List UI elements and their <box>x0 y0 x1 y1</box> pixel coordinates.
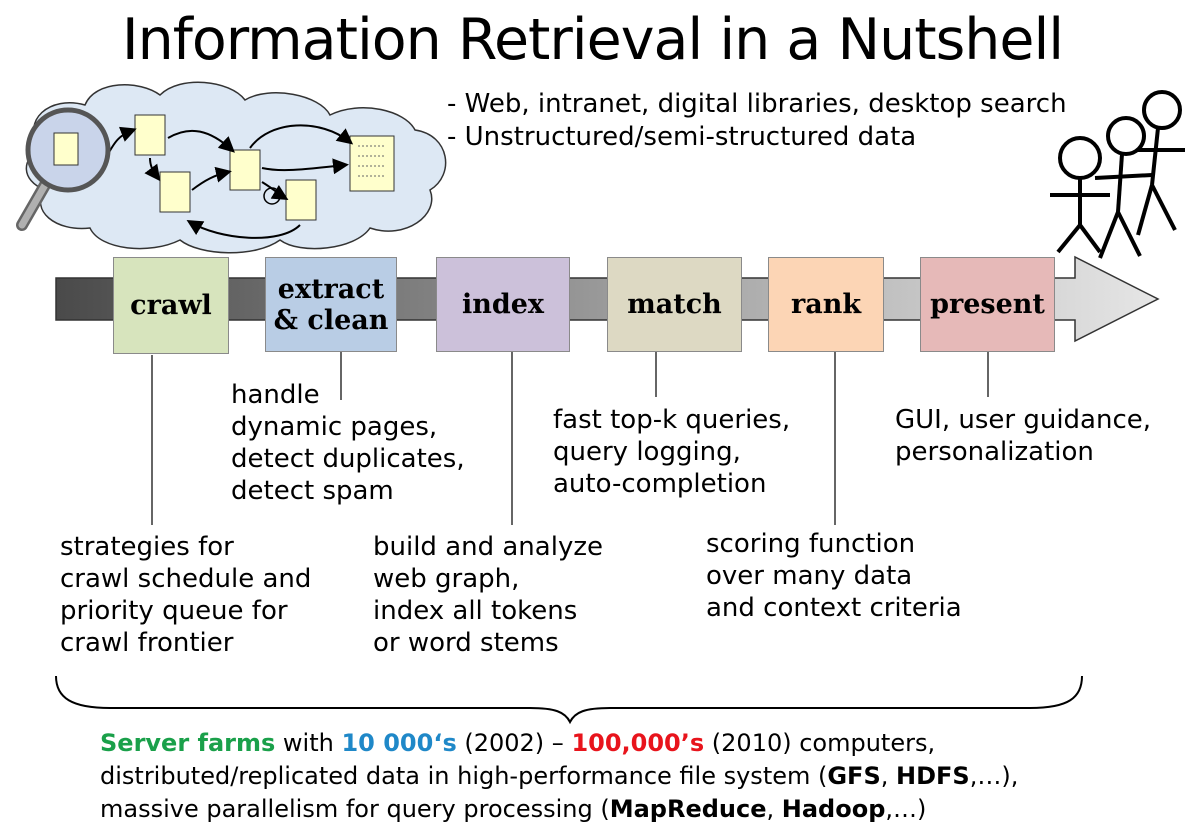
rank-description: scoring function over many data and cont… <box>706 528 962 624</box>
footer-line-3: massive parallelism for query processing… <box>100 793 1018 826</box>
stage-present-label: present <box>930 289 1045 320</box>
bullet-list: - Web, intranet, digital libraries, desk… <box>447 88 1067 154</box>
description-line: GUI, user guidance, <box>895 405 1152 435</box>
description-line: strategies for <box>60 532 234 562</box>
description-line: scoring function <box>706 529 916 559</box>
description-line: detect duplicates, <box>231 444 465 474</box>
footer-text-segment: massive parallelism for query processing… <box>100 795 610 823</box>
stage-rank-label: rank <box>790 289 862 320</box>
stick-figure-icon <box>1050 90 1185 259</box>
description-line: build and analyze <box>373 532 603 562</box>
hdfs-text: HDFS <box>896 762 970 790</box>
bullet-item: - Web, intranet, digital libraries, desk… <box>447 89 1067 119</box>
gfs-text: GFS <box>827 762 881 790</box>
description-line: index all tokens <box>373 596 578 626</box>
stage-clean-label: & clean <box>273 304 389 336</box>
footer-line-2: distributed/replicated data in high-perf… <box>100 760 1018 793</box>
description-line: dynamic pages, <box>231 412 438 442</box>
hundred-thousands-text: 100,000’s <box>571 729 705 757</box>
description-line: or word stems <box>373 628 559 658</box>
footer-text-segment: with <box>275 729 342 757</box>
footer-text-segment: (2002) – <box>456 729 572 757</box>
stage-present: present <box>920 257 1055 352</box>
footer-text-segment: ,…), <box>969 762 1019 790</box>
stage-index-label: index <box>461 289 545 320</box>
stage-crawl: crawl <box>113 257 229 354</box>
server-farms-text: Server farms <box>100 729 276 757</box>
description-line: over many data <box>706 561 913 591</box>
footer-line-1: Server farms with 10 000‘s (2002) – 100,… <box>100 727 1018 760</box>
description-line: handle <box>231 380 320 410</box>
footer-text-segment: distributed/replicated data in high-perf… <box>100 762 828 790</box>
mapreduce-text: MapReduce <box>609 795 767 823</box>
footer-text-segment: (2010) computers, <box>704 729 936 757</box>
match-description: fast top-k queries, query logging, auto-… <box>553 404 790 500</box>
stage-extract-label: extract <box>277 273 385 305</box>
stage-crawl-label: crawl <box>130 290 212 321</box>
description-line: web graph, <box>373 564 520 594</box>
stage-match: match <box>607 257 742 352</box>
description-line: crawl schedule and <box>60 564 312 594</box>
index-description: build and analyze web graph, index all t… <box>373 531 603 659</box>
hadoop-text: Hadoop <box>781 795 886 823</box>
footer-text-segment: ,…) <box>885 795 927 823</box>
footer-text-segment: , <box>880 762 897 790</box>
description-line: auto-completion <box>553 469 767 499</box>
description-line: query logging, <box>553 437 741 467</box>
description-line: personalization <box>895 437 1094 467</box>
present-description: GUI, user guidance, personalization <box>895 404 1151 468</box>
footer-text-segment: , <box>766 795 782 823</box>
description-line: fast top-k queries, <box>553 405 791 435</box>
footer-text: Server farms with 10 000‘s (2002) – 100,… <box>100 727 1018 826</box>
crawl-description: strategies for crawl schedule and priori… <box>60 531 311 659</box>
description-line: and context criteria <box>706 593 962 623</box>
description-line: crawl frontier <box>60 628 234 658</box>
stage-rank: rank <box>768 257 884 352</box>
description-line: priority queue for <box>60 596 288 626</box>
stage-index: index <box>436 257 570 352</box>
page-title: Information Retrieval in a Nutshell <box>121 7 1064 73</box>
ten-thousands-text: 10 000‘s <box>341 729 457 757</box>
stage-extract-clean: extract & clean <box>265 257 397 352</box>
description-line: detect spam <box>231 476 394 506</box>
brace-icon <box>55 675 1083 725</box>
extract-description: handle dynamic pages, detect duplicates,… <box>231 379 465 507</box>
bullet-item: - Unstructured/semi-structured data <box>447 122 917 152</box>
stage-match-label: match <box>627 289 722 320</box>
